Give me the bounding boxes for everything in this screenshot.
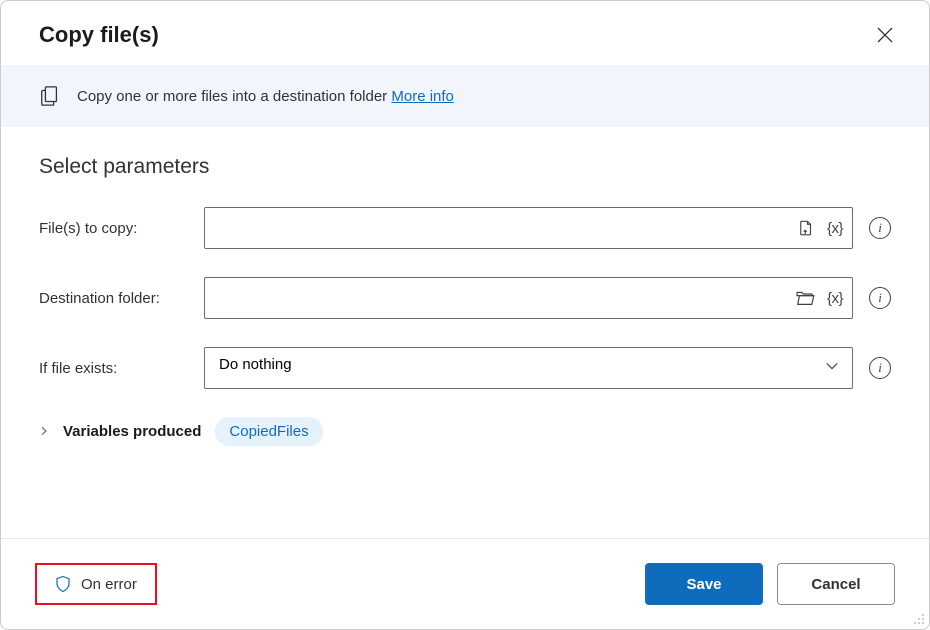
- close-icon: [877, 27, 893, 43]
- destination-folder-input[interactable]: [204, 277, 853, 319]
- files-to-copy-label: File(s) to copy:: [39, 220, 204, 237]
- param-row-if-exists: If file exists: Do nothing i: [39, 347, 891, 389]
- folder-picker-icon[interactable]: [795, 290, 815, 306]
- destination-folder-label: Destination folder:: [39, 290, 204, 307]
- variable-picker-icon[interactable]: {x}: [827, 220, 843, 237]
- variables-produced-row[interactable]: Variables produced CopiedFiles: [39, 417, 891, 446]
- param-row-files: File(s) to copy: {x} i: [39, 207, 891, 249]
- destination-info-icon[interactable]: i: [869, 287, 891, 309]
- if-exists-info-icon[interactable]: i: [869, 357, 891, 379]
- copy-files-icon: [39, 85, 61, 107]
- variable-chip[interactable]: CopiedFiles: [215, 417, 322, 446]
- resize-grip-icon[interactable]: [911, 611, 925, 625]
- more-info-link[interactable]: More info: [391, 88, 454, 105]
- dialog-content: Select parameters File(s) to copy: {x} i…: [1, 127, 929, 538]
- dialog-footer: On error Save Cancel: [1, 538, 929, 629]
- variables-produced-label: Variables produced: [63, 423, 201, 440]
- if-file-exists-value: Do nothing: [219, 356, 292, 373]
- section-title: Select parameters: [39, 155, 891, 179]
- on-error-button[interactable]: On error: [35, 563, 157, 605]
- variable-picker-icon[interactable]: {x}: [827, 290, 843, 307]
- if-file-exists-label: If file exists:: [39, 360, 204, 377]
- footer-buttons: Save Cancel: [645, 563, 895, 605]
- on-error-label: On error: [81, 576, 137, 593]
- files-info-icon[interactable]: i: [869, 217, 891, 239]
- copy-files-dialog: Copy file(s) Copy one or more files into…: [0, 0, 930, 630]
- save-button[interactable]: Save: [645, 563, 763, 605]
- banner-text: Copy one or more files into a destinatio…: [77, 88, 454, 105]
- shield-icon: [55, 575, 71, 593]
- dialog-title: Copy file(s): [39, 22, 159, 48]
- cancel-button[interactable]: Cancel: [777, 563, 895, 605]
- close-button[interactable]: [869, 19, 901, 51]
- param-row-destination: Destination folder: {x} i: [39, 277, 891, 319]
- chevron-down-icon: [825, 359, 839, 378]
- info-banner: Copy one or more files into a destinatio…: [1, 65, 929, 127]
- titlebar: Copy file(s): [1, 1, 929, 65]
- file-picker-icon[interactable]: [797, 219, 815, 237]
- files-to-copy-input[interactable]: [204, 207, 853, 249]
- chevron-right-icon: [39, 424, 49, 439]
- if-file-exists-select[interactable]: Do nothing: [204, 347, 853, 389]
